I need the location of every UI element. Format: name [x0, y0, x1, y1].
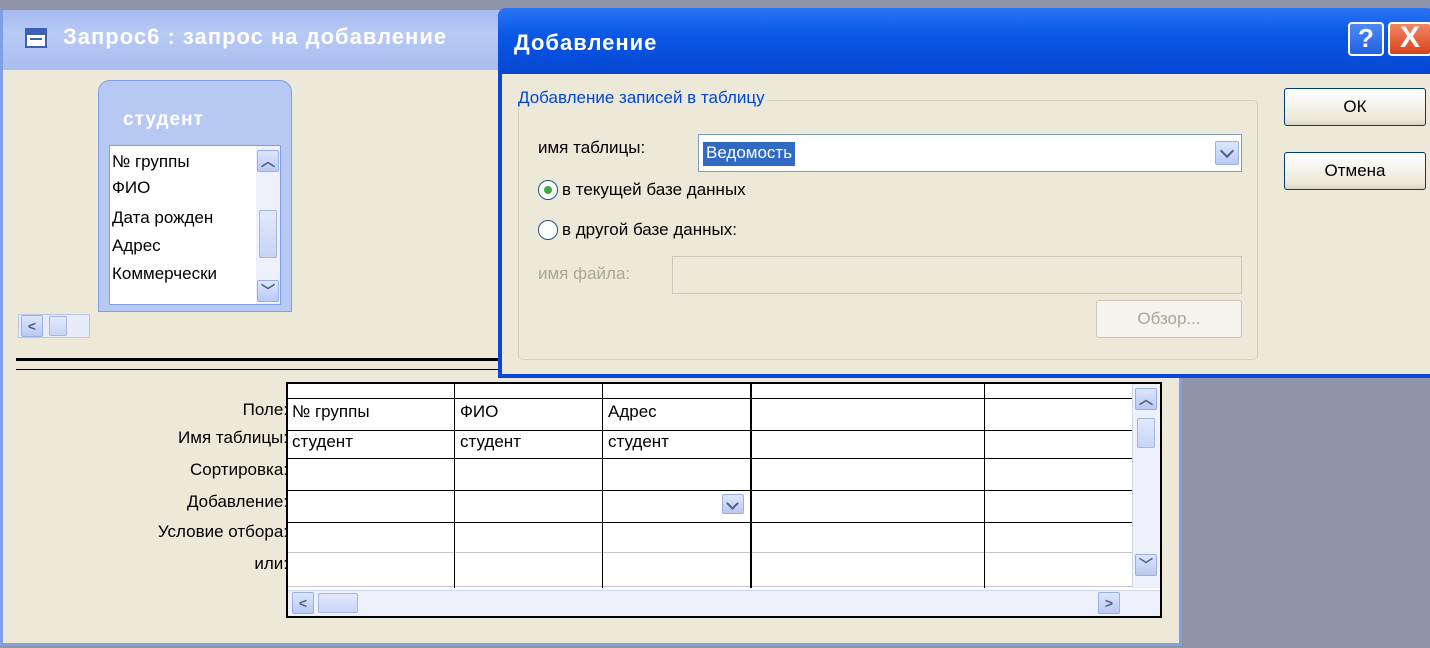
grid-cell-field[interactable]: ФИО — [460, 402, 498, 422]
grid-line — [984, 384, 985, 588]
radio-other-db[interactable] — [538, 220, 558, 240]
field-item[interactable]: № группы — [112, 152, 190, 172]
scroll-thumb[interactable] — [49, 316, 67, 336]
append-dialog: Добавление ? X Добавление записей в табл… — [498, 8, 1430, 378]
row-label-append: Добавление: — [186, 492, 288, 511]
dialog-title: Добавление — [514, 30, 658, 55]
grid-hscrollbar[interactable]: < > — [288, 590, 1160, 616]
grid-cell-table[interactable]: студент — [292, 432, 353, 452]
grid-line — [454, 384, 455, 588]
grid-line — [602, 384, 603, 588]
table-box-student[interactable]: студент № группы ФИО Дата рожден Адрес К… — [98, 80, 292, 312]
scroll-left-icon[interactable]: < — [292, 592, 314, 614]
table-field-list[interactable]: № группы ФИО Дата рожден Адрес Коммерчес… — [109, 145, 281, 305]
browse-button[interactable]: Обзор... — [1096, 300, 1242, 338]
row-label-or: или: — [254, 554, 288, 573]
table-name-value[interactable]: Ведомость — [703, 142, 796, 166]
file-name-field[interactable] — [672, 256, 1242, 294]
table-name-combobox[interactable]: Ведомость — [698, 134, 1242, 172]
query-window-icon — [25, 28, 47, 48]
dialog-titlebar[interactable]: Добавление ? X — [498, 8, 1430, 74]
row-label-sort: Сортировка: — [189, 460, 288, 479]
grid-cell-table[interactable]: студент — [460, 432, 521, 452]
grid-line — [288, 490, 1132, 491]
table-name-label: имя таблицы: — [538, 138, 646, 157]
scroll-thumb[interactable] — [1137, 418, 1155, 448]
scroll-thumb[interactable] — [318, 593, 358, 613]
grid-cell-field[interactable]: № группы — [292, 402, 370, 422]
grid-line — [288, 458, 1132, 459]
field-item[interactable]: Дата рожден — [112, 208, 213, 228]
file-name-label: имя файла: — [538, 264, 631, 283]
grid-line — [288, 430, 1132, 431]
scroll-up-icon[interactable]: ︿ — [257, 150, 279, 172]
grid-line — [288, 552, 1132, 553]
cancel-button[interactable]: Отмена — [1284, 152, 1426, 190]
chevron-down-icon[interactable] — [1215, 141, 1239, 165]
table-pane-hscrollbar[interactable]: < — [18, 314, 90, 338]
query-window-title: Запрос6 : запрос на добавление — [63, 24, 448, 49]
scroll-down-icon[interactable]: ﹀ — [257, 280, 279, 302]
row-label-field: Поле: — [242, 400, 288, 419]
scroll-up-icon[interactable]: ︿ — [1135, 388, 1157, 410]
help-button[interactable]: ? — [1348, 22, 1384, 56]
grid-line — [288, 586, 1132, 587]
grid-line — [750, 384, 752, 588]
radio-current-db[interactable] — [538, 180, 558, 200]
field-item[interactable]: Коммерчески — [112, 264, 217, 284]
grid-cell-field[interactable]: Адрес — [608, 402, 657, 422]
append-dropdown-icon[interactable] — [722, 494, 744, 514]
field-item[interactable]: Адрес — [112, 236, 161, 256]
grid-line — [288, 522, 1132, 523]
dialog-body: Добавление записей в таблицу имя таблицы… — [502, 74, 1430, 374]
grid-cell-table[interactable]: студент — [608, 432, 669, 452]
row-label-table: Имя таблицы: — [178, 428, 288, 447]
radio-other-db-label[interactable]: в другой базе данных: — [562, 220, 737, 240]
query-design-grid[interactable]: № группы ФИО Адрес студент студент студе… — [286, 382, 1162, 618]
row-label-criteria: Условие отбора: — [157, 522, 288, 541]
groupbox-label: Добавление записей в таблицу — [516, 88, 767, 108]
scroll-down-icon[interactable]: ﹀ — [1135, 554, 1157, 576]
radio-current-db-label[interactable]: в текущей базе данных — [562, 180, 746, 200]
scroll-right-icon[interactable]: > — [1098, 592, 1120, 614]
scroll-thumb[interactable] — [259, 210, 277, 258]
grid-line — [288, 398, 1132, 399]
scroll-left-icon[interactable]: < — [21, 315, 43, 337]
table-box-title: студент — [123, 109, 204, 130]
close-button[interactable]: X — [1388, 22, 1430, 56]
grid-vscrollbar[interactable]: ︿ ﹀ — [1132, 384, 1160, 588]
ok-button[interactable]: ОК — [1284, 88, 1426, 126]
field-item[interactable]: ФИО — [112, 178, 150, 198]
field-list-scrollbar[interactable]: ︿ ﹀ — [256, 146, 280, 304]
